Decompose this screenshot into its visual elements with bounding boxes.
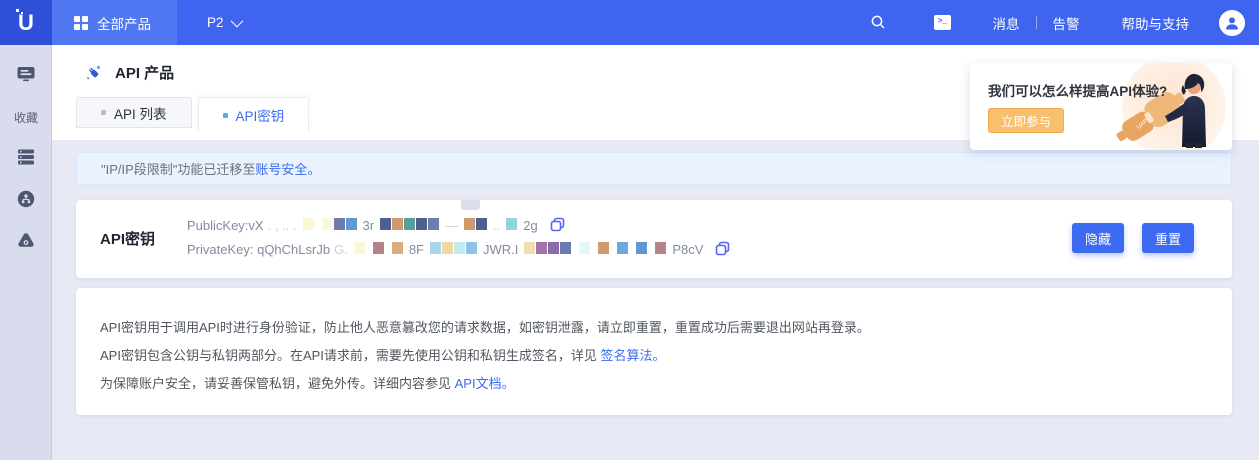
user-avatar[interactable] <box>1219 10 1245 36</box>
topbar-spacer <box>260 0 861 45</box>
tab-api-keys[interactable]: API密钥 <box>198 97 310 132</box>
logo-pixel-decor <box>16 9 19 12</box>
left-sidebar: 收藏 <box>0 45 52 460</box>
messages-link[interactable]: 消息 <box>977 13 1036 33</box>
key-rows: PublicKey:vX. , .. .3r—..2g PrivateKey: … <box>185 213 731 261</box>
top-bar: U 全部产品 P2 >_ 消息 告警 帮助与支持 <box>0 0 1259 45</box>
key-actions: 隐藏 重置 <box>1072 223 1194 253</box>
info-line-3-suffix: 。 <box>502 376 515 391</box>
cloud-disk-icon <box>15 230 37 252</box>
promo-title: 我们可以怎么样提高API体验? <box>988 80 1167 100</box>
network-hub-icon <box>15 188 37 210</box>
hide-button[interactable]: 隐藏 <box>1072 223 1124 253</box>
sidebar-item-network[interactable] <box>0 178 52 220</box>
sidebar-item-cloud-disk[interactable] <box>0 220 52 262</box>
info-line-2-suffix: 。 <box>653 348 666 363</box>
console-app: U 全部产品 P2 >_ 消息 告警 帮助与支持 <box>0 0 1259 460</box>
tab-bullet-icon <box>101 110 106 115</box>
console-terminal-icon[interactable]: >_ <box>925 0 961 45</box>
private-key-value: PrivateKey: qQhChLsrJbG.8FJWR.IP8cV <box>185 242 705 257</box>
api-key-description-card: API密钥用于调用API时进行身份验证，防止他人恶意篡改您的请求数据，如密钥泄露… <box>76 288 1232 415</box>
public-key-row: PublicKey:vX. , .. .3r—..2g <box>185 213 731 237</box>
dashboard-monitor-icon <box>15 63 37 85</box>
promo-illustration: UAPI <box>1082 63 1232 150</box>
api-docs-link[interactable]: API文档 <box>455 376 502 391</box>
private-key-row: PrivateKey: qQhChLsrJbG.8FJWR.IP8cV <box>185 237 731 261</box>
sidebar-item-product-list[interactable] <box>0 136 52 178</box>
info-line-3: 为保障账户安全，请妥善保管私钥，避免外传。详细内容参见 API文档。 <box>100 370 1208 398</box>
info-line-1: API密钥用于调用API时进行身份验证，防止他人恶意篡改您的请求数据，如密钥泄露… <box>100 314 1208 342</box>
brand-logo[interactable]: U <box>0 0 52 45</box>
tab-bar: API 列表 API密钥 <box>76 97 309 132</box>
grid-icon <box>74 16 88 30</box>
banner-suffix: 。 <box>307 159 320 178</box>
sidebar-favorites-label: 收藏 <box>0 109 52 126</box>
project-switcher[interactable]: P2 <box>177 0 260 45</box>
signature-algorithm-link[interactable]: 签名算法 <box>601 348 653 363</box>
join-now-button[interactable]: 立即参与 <box>988 108 1064 133</box>
topbar-right: >_ 消息 告警 帮助与支持 <box>861 0 1259 45</box>
api-key-card: API密钥 PublicKey:vX. , .. .3r—..2g Privat… <box>76 200 1232 278</box>
tab-label: API 列表 <box>114 103 167 123</box>
project-name: P2 <box>207 15 224 30</box>
page-title-row: API 产品 <box>84 62 174 83</box>
server-list-icon <box>15 146 37 168</box>
info-line-3-text: 为保障账户安全，请妥善保管私钥，避免外传。详细内容参见 <box>100 376 455 391</box>
all-products-label: 全部产品 <box>97 13 151 33</box>
account-security-link[interactable]: 账号安全 <box>255 159 307 178</box>
api-product-plug-icon <box>84 63 103 82</box>
public-key-value: PublicKey:vX. , .. .3r—..2g <box>185 218 540 233</box>
reset-button[interactable]: 重置 <box>1142 223 1194 253</box>
logo-pixel-decor <box>21 12 23 14</box>
tab-api-list[interactable]: API 列表 <box>76 97 192 128</box>
copy-private-key-icon[interactable] <box>715 241 731 257</box>
page-title: API 产品 <box>115 62 174 83</box>
info-line-2-text: API密钥包含公钥与私钥两部分。在API请求前，需要先使用公钥和私钥生成签名，详… <box>100 348 601 363</box>
migration-notice-banner: "IP/IP段限制"功能已迁移至账号安全。 <box>76 152 1232 185</box>
tab-label: API密钥 <box>236 105 285 125</box>
chevron-down-icon <box>230 15 243 28</box>
tab-bullet-icon <box>223 113 228 118</box>
sidebar-item-console-overview[interactable] <box>0 53 52 95</box>
alerts-link[interactable]: 告警 <box>1037 13 1096 33</box>
api-key-card-title: API密钥 <box>100 228 155 249</box>
info-line-2: API密钥包含公钥与私钥两部分。在API请求前，需要先使用公钥和私钥生成签名，详… <box>100 342 1208 370</box>
all-products-menu[interactable]: 全部产品 <box>52 0 177 45</box>
feedback-promo-card: UAPI 我们可以怎么样提高API体验? 立即参与 <box>970 63 1232 150</box>
help-support-link[interactable]: 帮助与支持 <box>1106 13 1206 33</box>
card-top-notch <box>461 200 480 210</box>
copy-public-key-icon[interactable] <box>550 217 566 233</box>
search-icon[interactable] <box>861 0 897 45</box>
banner-text: "IP/IP段限制"功能已迁移至 <box>101 159 255 178</box>
